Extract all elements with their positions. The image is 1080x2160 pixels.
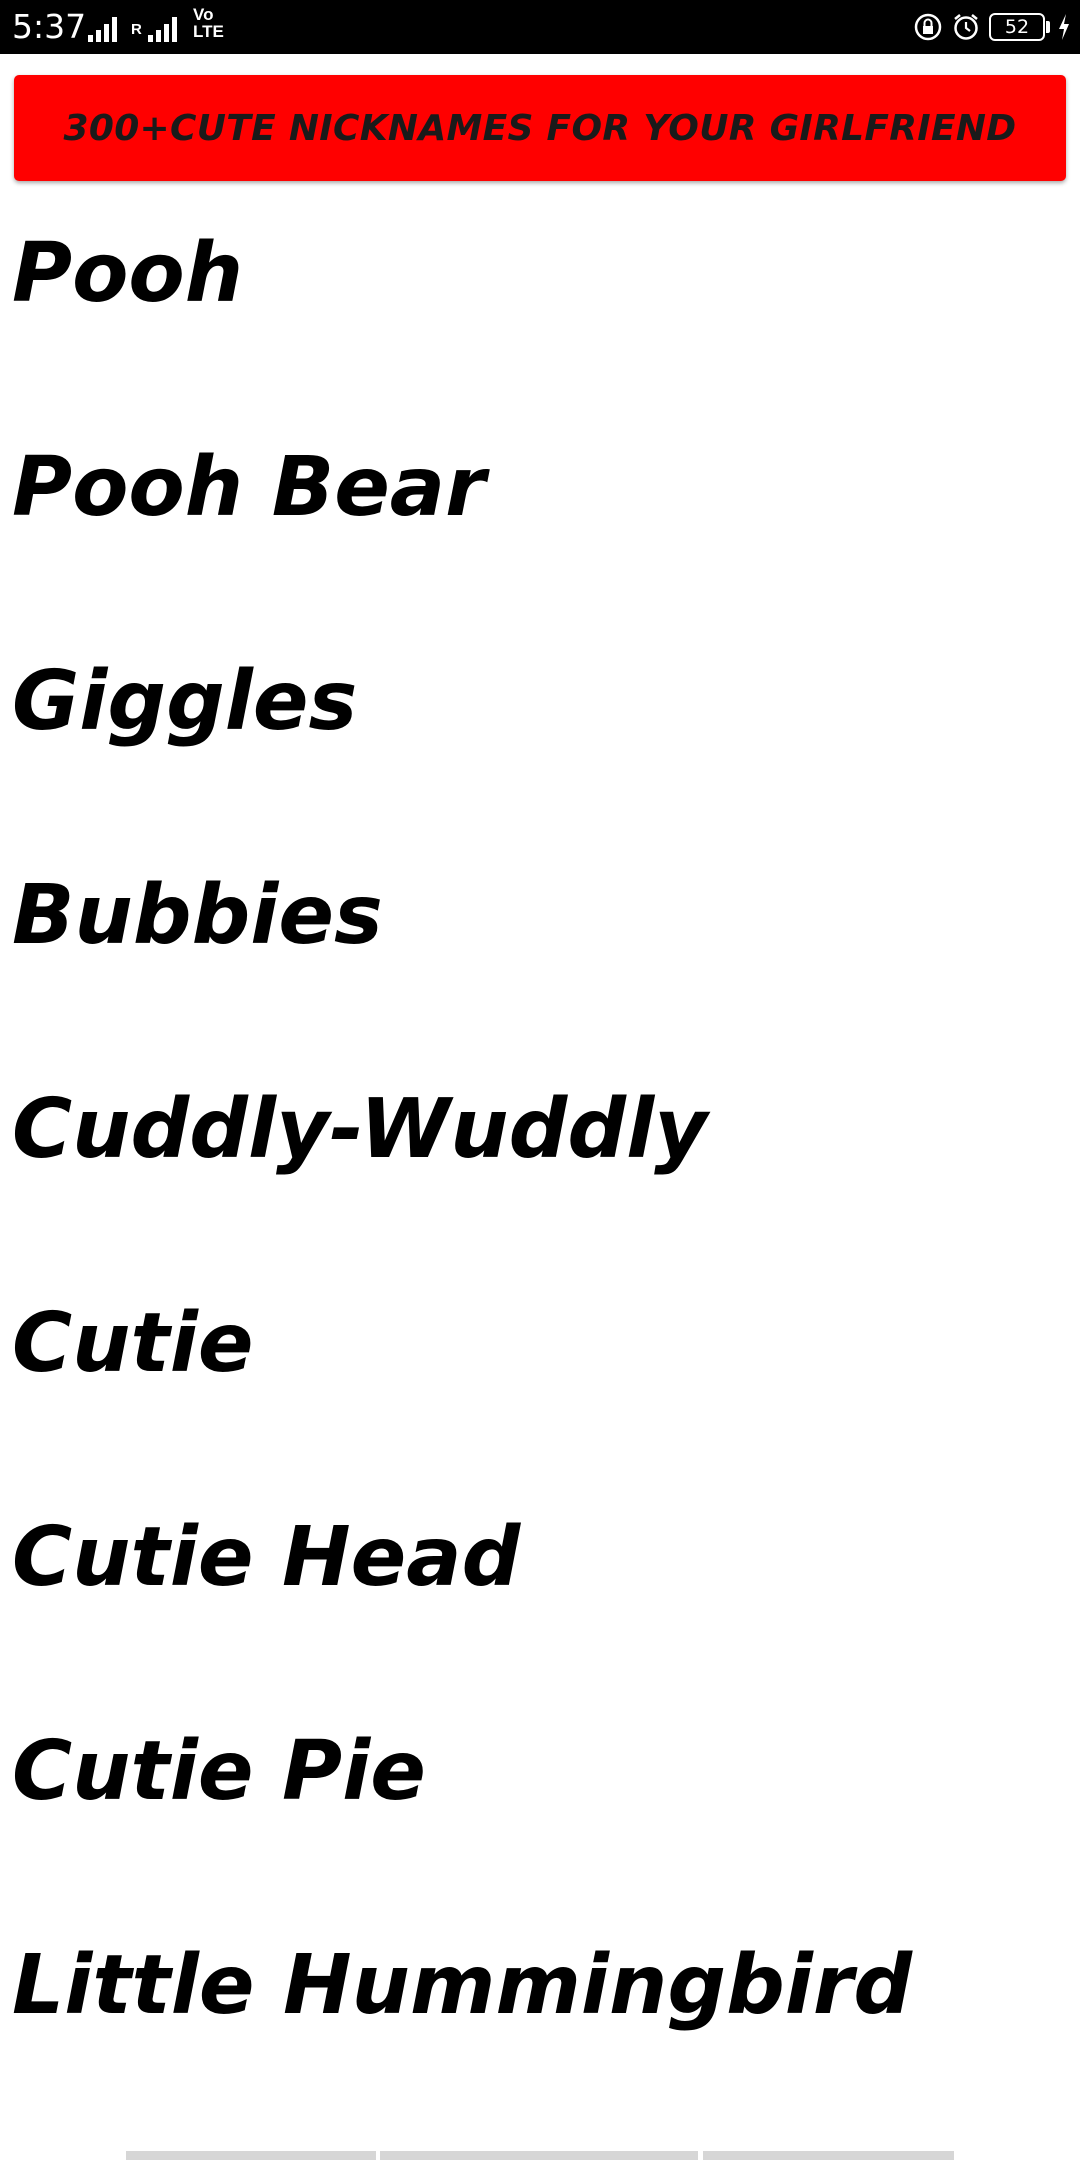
list-item[interactable]: Pooh Bear <box>12 428 1072 642</box>
list-item[interactable]: Giggles <box>12 642 1072 856</box>
bottom-tab-indicator[interactable] <box>380 2151 698 2160</box>
list-item[interactable]: Bubbies <box>12 856 1072 1070</box>
list-item[interactable]: Cutie Pie <box>12 1712 1072 1926</box>
battery-level: 52 <box>989 13 1045 41</box>
bottom-tab-indicator[interactable] <box>703 2151 954 2160</box>
bottom-tab-strip <box>0 2151 1080 2160</box>
battery-tip <box>1046 21 1050 33</box>
list-item[interactable]: Cuddly-Wuddly <box>12 1070 1072 1284</box>
charging-bolt-icon <box>1059 14 1069 40</box>
signal-icon <box>88 14 117 42</box>
status-time: 5:37 <box>12 7 87 46</box>
battery-icon: 52 <box>989 13 1050 41</box>
status-icons: 52 <box>913 10 1070 44</box>
lock-rotation-icon <box>914 13 942 41</box>
banner-title: 300+CUTE NICKNAMES FOR YOUR GIRLFRIEND <box>63 107 1017 149</box>
status-bar: 5:37 R Vo LTE 52 <box>0 0 1080 54</box>
list-item[interactable]: Cutie Head <box>12 1498 1072 1712</box>
signal-icon <box>148 14 177 42</box>
bottom-tab-indicator[interactable] <box>126 2151 376 2160</box>
roaming-indicator: R <box>131 21 142 38</box>
alarm-icon <box>954 14 978 40</box>
volte-indicator: Vo LTE <box>193 6 245 40</box>
list-item[interactable]: Pooh <box>12 214 1072 428</box>
nickname-list[interactable]: Pooh Pooh Bear Giggles Bubbies Cuddly-Wu… <box>12 214 1072 2140</box>
list-item[interactable]: Little Hummingbird <box>12 1926 1072 2140</box>
list-item[interactable]: Cutie <box>12 1284 1072 1498</box>
volte-bottom-label: LTE <box>193 22 224 41</box>
title-banner: 300+CUTE NICKNAMES FOR YOUR GIRLFRIEND <box>14 75 1066 181</box>
